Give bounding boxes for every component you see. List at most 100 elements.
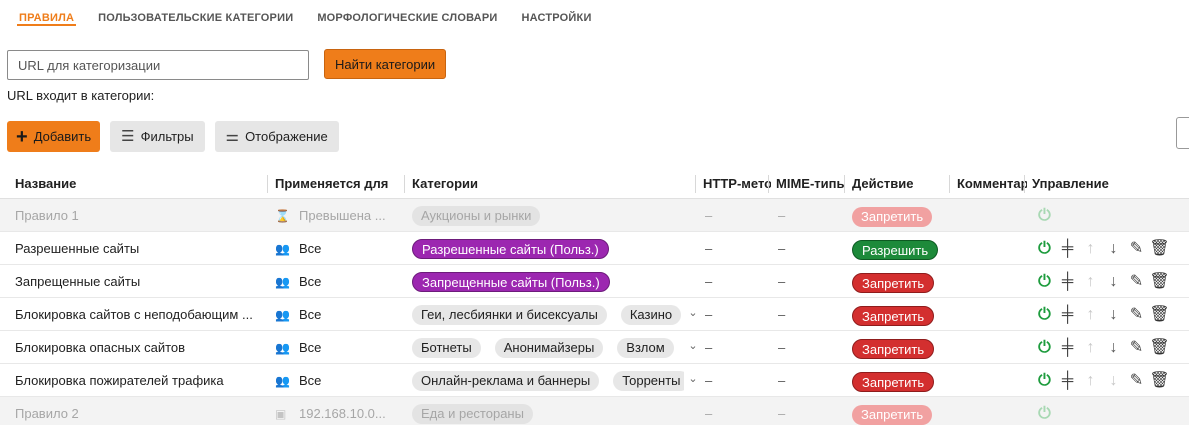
table-row[interactable]: Разрешенные сайты 👥 Все Разрешенные сайты (…: [0, 232, 1189, 265]
action-badge: Разрешить: [852, 239, 939, 260]
tab-2[interactable]: МОРФОЛОГИЧЕСКИЕ СЛОВАРИ: [305, 0, 509, 36]
power-icon[interactable]: ⏻: [1033, 232, 1056, 265]
power-icon[interactable]: ⏻: [1033, 331, 1056, 364]
chevron-down-icon[interactable]: ⌄: [686, 298, 700, 331]
rule-name: Блокировка пожирателей трафика: [15, 373, 224, 388]
column-divider[interactable]: [949, 175, 950, 193]
table-row[interactable]: Блокировка сайтов с неподобающим ... 👥 Все…: [0, 298, 1189, 331]
column-header-4[interactable]: MIME-типы: [776, 169, 844, 199]
applies-to-label: Все: [299, 340, 322, 355]
insert-rule-icon[interactable]: ╪: [1056, 232, 1079, 265]
category-chip: Взлом: [617, 337, 674, 358]
http-method: –: [705, 241, 713, 256]
tab-1[interactable]: ПОЛЬЗОВАТЕЛЬСКИЕ КАТЕГОРИИ: [86, 0, 305, 36]
move-up-icon[interactable]: ↑: [1079, 364, 1102, 397]
move-down-icon[interactable]: ↓: [1102, 364, 1125, 397]
rule-name: Запрещенные сайты: [15, 274, 141, 289]
column-header-5[interactable]: Действие: [852, 169, 942, 199]
category-chip: Аукционы и рынки: [412, 205, 541, 226]
column-divider[interactable]: [267, 175, 268, 193]
filter-icon: ☰: [121, 128, 135, 145]
display-button[interactable]: ⚌ Отображение: [214, 121, 339, 152]
column-divider[interactable]: [1024, 175, 1025, 193]
applies-to: ▣ 192.168.10.0...: [275, 397, 400, 425]
power-icon[interactable]: ⏻: [1033, 265, 1056, 298]
column-divider[interactable]: [844, 175, 845, 193]
chevron-down-icon[interactable]: ⌄: [686, 331, 700, 364]
move-up-icon[interactable]: ↑: [1079, 298, 1102, 331]
mime-types: –: [778, 373, 786, 388]
delete-icon[interactable]: 🗑: [1148, 265, 1171, 298]
column-header-7[interactable]: Управление: [1032, 169, 1182, 199]
action-badge: Запретить: [852, 338, 935, 359]
delete-icon[interactable]: 🗑: [1148, 364, 1171, 397]
applies-to: 👥 Все: [275, 265, 400, 298]
chevron-down-icon[interactable]: ⌄: [686, 364, 700, 397]
move-down-icon[interactable]: ↓: [1102, 232, 1125, 265]
tab-0[interactable]: ПРАВИЛА: [7, 0, 86, 36]
applies-to: 👥 Все: [275, 232, 400, 265]
column-header-1[interactable]: Применяется для: [275, 169, 400, 199]
ip-icon: ▣: [275, 407, 287, 421]
category-chip: Геи, лесбиянки и бисексуалы: [412, 304, 607, 325]
delete-icon[interactable]: 🗑: [1148, 232, 1171, 265]
column-divider[interactable]: [695, 175, 696, 193]
table-row[interactable]: Запрещенные сайты 👥 Все Запрещенные сайты (…: [0, 265, 1189, 298]
move-up-icon[interactable]: ↑: [1079, 331, 1102, 364]
move-up-icon[interactable]: ↑: [1079, 232, 1102, 265]
add-button[interactable]: + Добавить: [7, 121, 101, 152]
edit-icon[interactable]: ✎: [1125, 298, 1148, 331]
edit-icon[interactable]: ✎: [1125, 265, 1148, 298]
table-row[interactable]: Правило 1 ⌛ Превышена ... Аукционы и рынки –…: [0, 199, 1189, 232]
delete-icon[interactable]: 🗑: [1148, 331, 1171, 364]
insert-rule-icon[interactable]: ╪: [1056, 364, 1079, 397]
delete-icon[interactable]: 🗑: [1148, 298, 1171, 331]
move-down-icon[interactable]: ↓: [1102, 265, 1125, 298]
column-divider[interactable]: [768, 175, 769, 193]
move-down-icon[interactable]: ↓: [1102, 331, 1125, 364]
edit-icon[interactable]: ✎: [1125, 331, 1148, 364]
edit-icon[interactable]: ✎: [1125, 364, 1148, 397]
filters-button[interactable]: ☰ Фильтры: [110, 121, 205, 152]
url-result-label: URL входит в категории:: [7, 88, 155, 103]
table-row[interactable]: Правило 2 ▣ 192.168.10.0... Еда и рестораны…: [0, 397, 1189, 425]
category-chip: Казино: [620, 304, 682, 325]
applies-to: 👥 Все: [275, 364, 400, 397]
table-row[interactable]: Блокировка опасных сайтов 👥 Все Ботнеты Анон…: [0, 331, 1189, 364]
column-divider[interactable]: [404, 175, 405, 193]
tab-3[interactable]: НАСТРОЙКИ: [509, 0, 603, 36]
move-down-icon[interactable]: ↓: [1102, 298, 1125, 331]
search-box-edge[interactable]: [1176, 117, 1189, 149]
power-icon[interactable]: ⏻: [1033, 199, 1056, 232]
edit-icon[interactable]: ✎: [1125, 232, 1148, 265]
column-header-2[interactable]: Категории: [412, 169, 692, 199]
action-badge: Запретить: [852, 404, 933, 425]
find-categories-button[interactable]: Найти категории: [324, 49, 447, 79]
action-cell: Запретить: [852, 331, 947, 364]
table-row[interactable]: Блокировка пожирателей трафика 👥 Все Онлайн…: [0, 364, 1189, 397]
column-header-0[interactable]: Название: [15, 169, 265, 199]
category-chip: Еда и рестораны: [412, 403, 533, 424]
toolbar: + Добавить ☰ Фильтры ⚌ Отображение: [7, 121, 349, 152]
insert-rule-icon[interactable]: ╪: [1056, 265, 1079, 298]
category-chip: Ботнеты: [412, 337, 481, 358]
applies-to-label: Все: [299, 373, 322, 388]
power-icon[interactable]: ⏻: [1033, 397, 1056, 425]
mime-types: –: [778, 307, 786, 322]
power-icon[interactable]: ⏻: [1033, 364, 1056, 397]
row-controls: ⏻ ╪ ↑ ↓ ✎ 🗑: [1033, 364, 1189, 397]
applies-to: 👥 Все: [275, 298, 400, 331]
users-icon: 👥: [275, 341, 290, 355]
column-header-3[interactable]: HTTP-метод: [703, 169, 771, 199]
insert-rule-icon[interactable]: ╪: [1056, 298, 1079, 331]
insert-rule-icon[interactable]: ╪: [1056, 331, 1079, 364]
power-icon[interactable]: ⏻: [1033, 298, 1056, 331]
url-categorize-input[interactable]: [7, 50, 309, 80]
applies-to-label: 192.168.10.0...: [299, 406, 386, 421]
column-header-6[interactable]: Комментарий: [957, 169, 1027, 199]
move-up-icon[interactable]: ↑: [1079, 265, 1102, 298]
categories-cell: Геи, лесбиянки и бисексуалы Казино: [412, 298, 684, 331]
applies-to-label: Превышена ...: [299, 208, 386, 223]
rule-name: Разрешенные сайты: [15, 241, 140, 256]
categories-cell: Аукционы и рынки: [412, 199, 692, 232]
